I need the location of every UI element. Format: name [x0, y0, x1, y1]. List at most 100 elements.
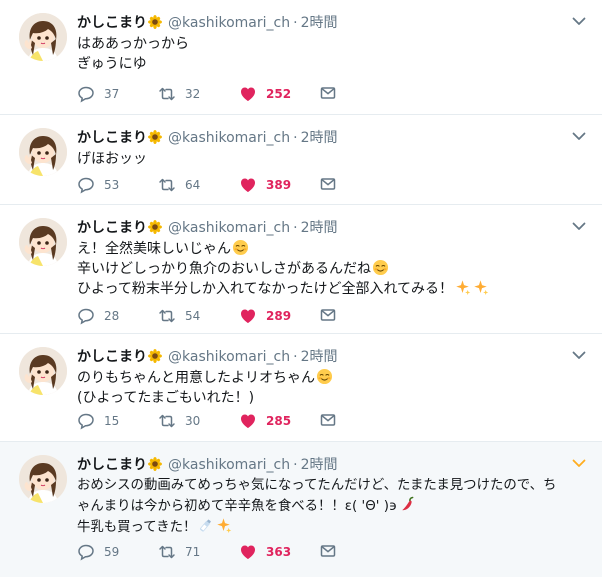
tweet-timeline: かしこまり @kashikomari_ch · 2時間 はああっかっから ぎゅうにゆ 3… — [0, 0, 602, 577]
tweet-header: かしこまり @kashikomari_ch · 2時間 — [77, 455, 588, 475]
sunflower-emoji — [148, 220, 162, 234]
baby-bottle-emoji — [197, 517, 214, 534]
retweet-icon — [158, 85, 176, 103]
display-name[interactable]: かしこまり — [77, 15, 147, 31]
heart-icon — [239, 85, 257, 103]
reply-button[interactable]: 59 — [77, 542, 119, 562]
direct-message-button[interactable] — [319, 84, 337, 102]
sunflower-emoji — [148, 130, 162, 144]
tweet-text: げほおッッ — [77, 149, 588, 169]
like-button[interactable]: 252 — [239, 84, 291, 104]
tweet-header: かしこまり @kashikomari_ch · 2時間 — [77, 218, 588, 238]
tweet-line: げほおッッ — [77, 151, 147, 167]
retweet-button[interactable]: 32 — [158, 84, 200, 104]
display-name[interactable]: かしこまり — [77, 349, 147, 365]
envelope-icon — [319, 411, 337, 429]
reply-icon — [77, 307, 95, 325]
separator-dot: · — [293, 457, 298, 473]
reply-button[interactable]: 15 — [77, 411, 119, 431]
display-name[interactable]: かしこまり — [77, 130, 147, 146]
reply-count: 53 — [104, 178, 120, 192]
user-handle[interactable]: @kashikomari_ch — [168, 15, 290, 31]
reply-count: 59 — [104, 545, 120, 559]
tweet-text: はああっかっから ぎゅうにゆ — [77, 34, 588, 74]
tweet-time[interactable]: 2時間 — [301, 349, 338, 365]
tweet-header: かしこまり @kashikomari_ch · 2時間 — [77, 347, 588, 367]
tweet-time[interactable]: 2時間 — [301, 15, 338, 31]
retweet-icon — [158, 412, 176, 430]
tweet-text: のりもちゃんと用意したよリオちゃん (ひよってたまごもいれた！) — [77, 368, 588, 408]
tweet[interactable]: かしこまり @kashikomari_ch · 2時間 のりもちゃんと用意したよリオち… — [0, 334, 602, 442]
tweet-time[interactable]: 2時間 — [301, 457, 338, 473]
like-button[interactable]: 285 — [239, 411, 291, 431]
tweet-time[interactable]: 2時間 — [301, 130, 338, 146]
direct-message-button[interactable] — [319, 411, 337, 429]
user-handle[interactable]: @kashikomari_ch — [168, 220, 290, 236]
avatar[interactable] — [19, 455, 67, 503]
direct-message-button[interactable] — [319, 175, 337, 193]
hot-pepper-emoji — [398, 496, 415, 513]
reply-button[interactable]: 28 — [77, 306, 119, 326]
user-handle[interactable]: @kashikomari_ch — [168, 349, 290, 365]
relieved-face-emoji — [372, 259, 389, 276]
tweet-line: おめシスの動画みてめっちゃ気になってたんだけど、たまたま見つけたので、ち — [77, 478, 557, 493]
reply-icon — [77, 412, 95, 430]
like-count: 363 — [266, 545, 292, 559]
retweet-button[interactable]: 30 — [158, 411, 200, 431]
sparkles-emoji — [454, 279, 471, 296]
reply-button[interactable]: 53 — [77, 175, 119, 195]
relieved-face-emoji — [316, 368, 333, 385]
reply-count: 15 — [104, 414, 120, 428]
envelope-icon — [319, 84, 337, 102]
tweet[interactable]: かしこまり @kashikomari_ch · 2時間 げほおッッ 53 64 389 — [0, 115, 602, 205]
retweet-button[interactable]: 71 — [158, 542, 200, 562]
like-button[interactable]: 289 — [239, 306, 291, 326]
like-button[interactable]: 389 — [239, 175, 291, 195]
heart-icon — [239, 543, 257, 561]
tweet[interactable]: かしこまり @kashikomari_ch · 2時間 おめシスの動画みてめっちゃ気に… — [0, 442, 602, 577]
tweet-line: ひよって粉末半分しか入れてなかったけど全部入れてみる！ — [77, 281, 454, 297]
tweet[interactable]: かしこまり @kashikomari_ch · 2時間 はああっかっから ぎゅうにゆ 3… — [0, 0, 602, 115]
separator-dot: · — [293, 349, 298, 365]
like-count: 289 — [266, 309, 292, 323]
retweet-count: 32 — [185, 87, 201, 101]
display-name[interactable]: かしこまり — [77, 220, 147, 236]
avatar[interactable] — [19, 13, 67, 61]
reply-icon — [77, 85, 95, 103]
avatar[interactable] — [19, 128, 67, 176]
sunflower-emoji — [148, 457, 162, 471]
retweet-count: 64 — [185, 178, 201, 192]
like-count: 252 — [266, 87, 292, 101]
direct-message-button[interactable] — [319, 542, 337, 560]
retweet-button[interactable]: 64 — [158, 175, 200, 195]
user-handle[interactable]: @kashikomari_ch — [168, 130, 290, 146]
reply-button[interactable]: 37 — [77, 84, 119, 104]
tweet-line: 牛乳も買ってきた！ — [77, 520, 197, 535]
envelope-icon — [319, 306, 337, 324]
display-name[interactable]: かしこまり — [77, 457, 147, 473]
tweet-text: おめシスの動画みてめっちゃ気になってたんだけど、たまたま見つけたので、ち ゃんまり… — [77, 476, 588, 538]
retweet-button[interactable]: 54 — [158, 306, 200, 326]
tweet-text: え！全然美味しいじゃん 辛いけどしっかり魚介のおいしさがあるんだね ひよって粉末半分… — [77, 239, 588, 299]
separator-dot: · — [293, 130, 298, 146]
tweet-time[interactable]: 2時間 — [301, 220, 338, 236]
tweet[interactable]: かしこまり @kashikomari_ch · 2時間 え！全然美味しいじゃん 辛いけど… — [0, 205, 602, 334]
tweet-header: かしこまり @kashikomari_ch · 2時間 — [77, 128, 588, 148]
like-count: 389 — [266, 178, 292, 192]
avatar[interactable] — [19, 347, 67, 395]
reply-count: 28 — [104, 309, 120, 323]
retweet-icon — [158, 176, 176, 194]
tweet-line: のりもちゃんと用意したよリオちゃん — [77, 370, 315, 386]
retweet-count: 54 — [185, 309, 201, 323]
relieved-face-emoji — [232, 239, 249, 256]
sunflower-emoji — [148, 15, 162, 29]
envelope-icon — [319, 175, 337, 193]
direct-message-button[interactable] — [319, 306, 337, 324]
like-button[interactable]: 363 — [239, 542, 291, 562]
avatar[interactable] — [19, 218, 67, 266]
reply-count: 37 — [104, 87, 120, 101]
separator-dot: · — [293, 15, 298, 31]
retweet-count: 71 — [185, 545, 201, 559]
user-handle[interactable]: @kashikomari_ch — [168, 457, 290, 473]
sparkles-emoji — [472, 279, 489, 296]
